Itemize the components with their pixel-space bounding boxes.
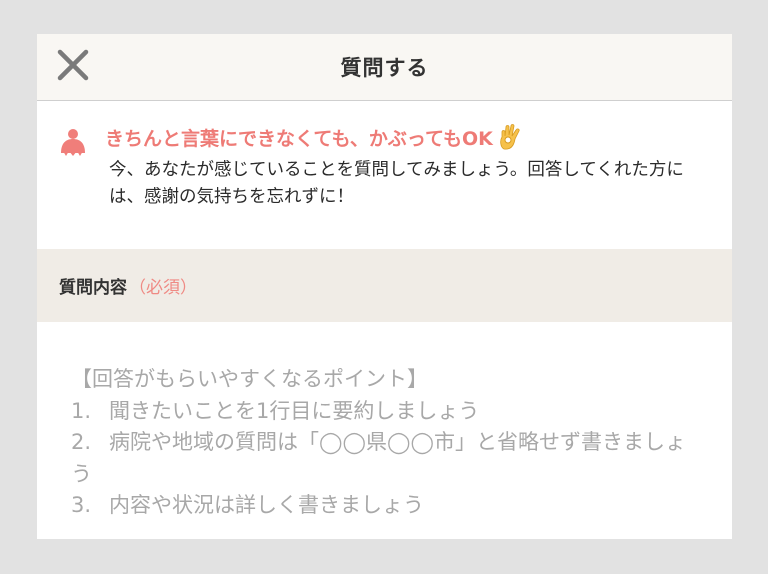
question-screen: 質問する きちんと言葉にできなくても、かぶってもOK 今、あなたが感じていること… — [37, 34, 732, 539]
tip-headline-text: きちんと言葉にできなくても、かぶってもOK — [105, 127, 493, 150]
question-input[interactable]: 【回答がもらいやすくなるポイント】 1. 聞きたいことを1行目に要約しましょう 2… — [37, 322, 732, 522]
tip-headline: きちんと言葉にできなくても、かぶってもOK — [105, 123, 702, 151]
tip-panel: きちんと言葉にできなくても、かぶってもOK 今、あなたが感じていることを質問して… — [37, 101, 732, 249]
page-title: 質問する — [340, 56, 429, 80]
list-item: 1. 聞きたいことを1行目に要約しましょう — [71, 396, 702, 428]
placeholder-heading: 【回答がもらいやすくなるポイント】 — [71, 367, 428, 391]
ok-hand-icon — [500, 124, 520, 150]
section-header: 質問内容 （必須） — [37, 249, 732, 322]
required-label: （必須） — [129, 278, 197, 298]
list-item: 2. 病院や地域の質問は「◯◯県◯◯市」と省略せず書きましょう — [71, 427, 702, 490]
point-number: 1. — [71, 398, 92, 423]
point-text: 内容や状況は詳しく書きましょう — [109, 493, 424, 517]
section-title: 質問内容 — [59, 278, 127, 298]
point-text: 聞きたいことを1行目に要約しましょう — [109, 398, 480, 423]
point-number: 2. — [71, 430, 92, 454]
header-bar: 質問する — [37, 34, 732, 101]
close-icon[interactable] — [56, 48, 90, 82]
tip-body: 今、あなたが感じていることを質問してみましょう。回答してくれた方には、感謝の気持… — [109, 160, 684, 207]
list-item: 3. 内容や状況は詳しく書きましょう — [71, 490, 702, 522]
person-silhouette-icon — [61, 129, 85, 156]
point-number: 3. — [71, 493, 92, 517]
point-text: 病院や地域の質問は「◯◯県◯◯市」と省略せず書きましょう — [71, 430, 687, 486]
close-button[interactable] — [51, 43, 95, 87]
